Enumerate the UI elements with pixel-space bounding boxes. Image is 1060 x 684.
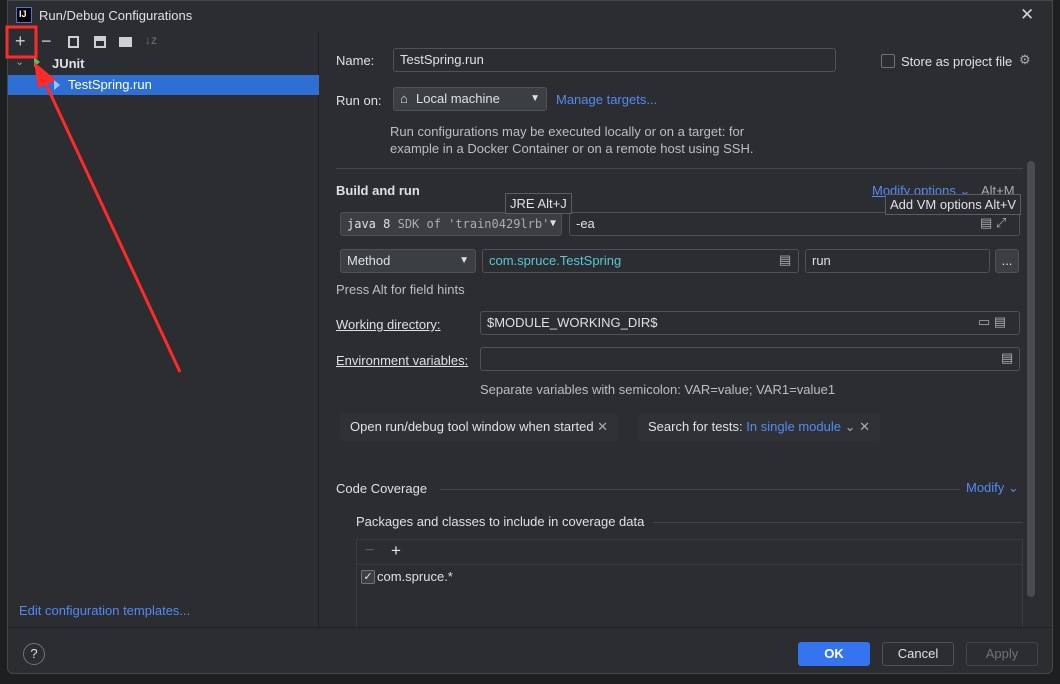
- annotation-arrow: [42, 79, 182, 373]
- annotation-overlay: [5, 25, 182, 373]
- annotation-arrowhead: [34, 62, 56, 88]
- annotation-highlight-box: [5, 25, 38, 59]
